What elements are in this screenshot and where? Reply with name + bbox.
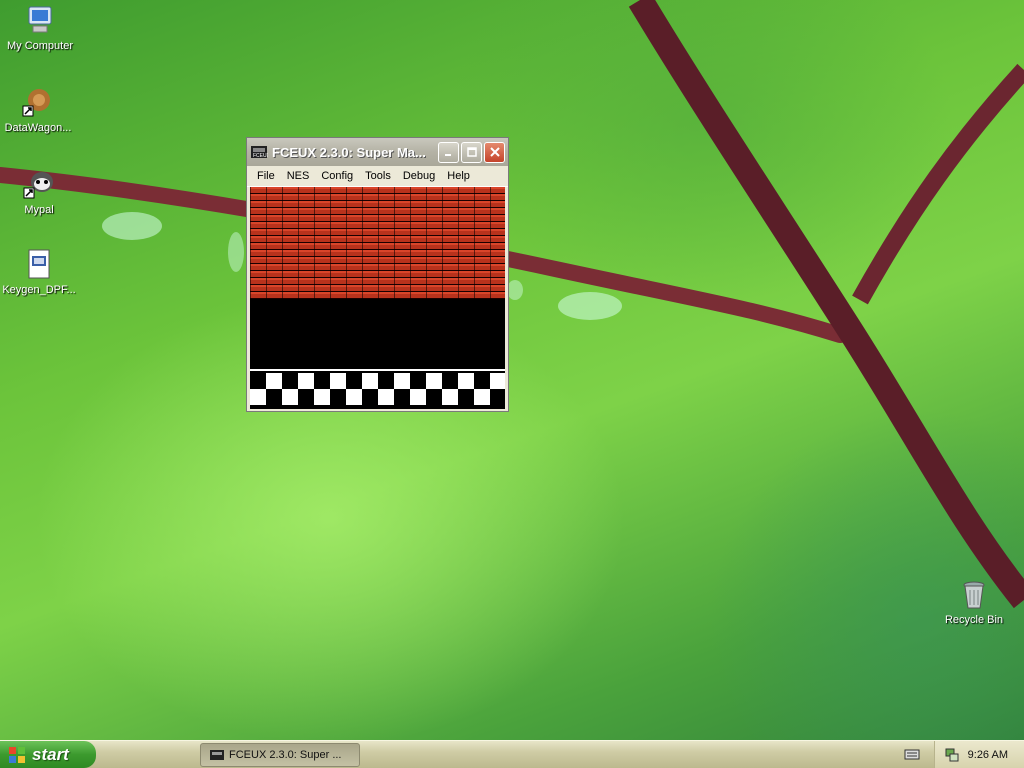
keyboard-icon[interactable] xyxy=(904,747,920,761)
my-computer-icon xyxy=(23,4,57,38)
close-icon xyxy=(489,147,500,157)
desktop-icon-label: Recycle Bin xyxy=(944,614,1004,626)
recycle-bin-icon xyxy=(957,578,991,612)
desktop-icon-label: Mypal xyxy=(24,204,54,216)
desktop-icon-datawagon[interactable]: DataWagon... xyxy=(0,86,78,134)
fceux-window[interactable]: FCEUX FCEUX 2.3.0: Super Ma... File NES … xyxy=(246,137,509,412)
game-brick-pattern xyxy=(250,187,505,299)
taskbar-item-label: FCEUX 2.3.0: Super ... xyxy=(229,749,342,761)
desktop-icon-label: My Computer xyxy=(6,40,74,52)
menu-tools[interactable]: Tools xyxy=(359,170,397,182)
window-title: FCEUX 2.3.0: Super Ma... xyxy=(272,144,426,160)
menu-help[interactable]: Help xyxy=(441,170,476,182)
start-label: start xyxy=(32,744,69,764)
desktop-icon-my-computer[interactable]: My Computer xyxy=(0,4,80,52)
menu-file[interactable]: File xyxy=(251,170,281,182)
close-button[interactable] xyxy=(484,141,505,163)
desktop-icon-label: DataWagon... xyxy=(4,122,72,134)
start-button[interactable]: start xyxy=(0,741,96,768)
datawagon-icon xyxy=(21,86,55,120)
system-tray: 9:26 AM xyxy=(934,741,1024,768)
minimize-button[interactable] xyxy=(438,141,459,163)
fceux-app-icon: FCEUX xyxy=(251,146,268,159)
clock[interactable]: 9:26 AM xyxy=(968,749,1008,761)
maximize-button[interactable] xyxy=(461,141,482,163)
desktop-wallpaper xyxy=(0,0,1024,609)
fceux-app-icon xyxy=(210,750,224,760)
menu-config[interactable]: Config xyxy=(315,170,359,182)
game-floor-line xyxy=(250,369,505,371)
svg-text:FCEUX: FCEUX xyxy=(253,153,268,159)
window-titlebar[interactable]: FCEUX FCEUX 2.3.0: Super Ma... xyxy=(247,138,508,166)
window-menubar: File NES Config Tools Debug Help xyxy=(247,166,508,187)
minimize-icon xyxy=(444,154,451,156)
desktop-icon-recycle-bin[interactable]: Recycle Bin xyxy=(934,578,1014,626)
menu-debug[interactable]: Debug xyxy=(397,170,441,182)
taskbar: start FCEUX 2.3.0: Super ... 9:26 AM xyxy=(0,740,1024,768)
maximize-icon xyxy=(466,147,477,157)
desktop-icon-mypal[interactable]: Mypal xyxy=(0,168,79,216)
network-icon[interactable] xyxy=(944,747,960,763)
desktop-icon-keygen[interactable]: Keygen_DPF... xyxy=(0,248,79,296)
game-checkered-floor xyxy=(250,373,505,405)
keygen-file-icon xyxy=(22,248,56,282)
taskbar-item-fceux[interactable]: FCEUX 2.3.0: Super ... xyxy=(200,743,360,767)
windows-logo-icon xyxy=(9,746,25,763)
desktop-icon-label: Keygen_DPF... xyxy=(2,284,76,296)
menu-nes[interactable]: NES xyxy=(281,170,316,182)
game-screen[interactable] xyxy=(250,187,505,409)
mypal-icon xyxy=(22,168,56,202)
